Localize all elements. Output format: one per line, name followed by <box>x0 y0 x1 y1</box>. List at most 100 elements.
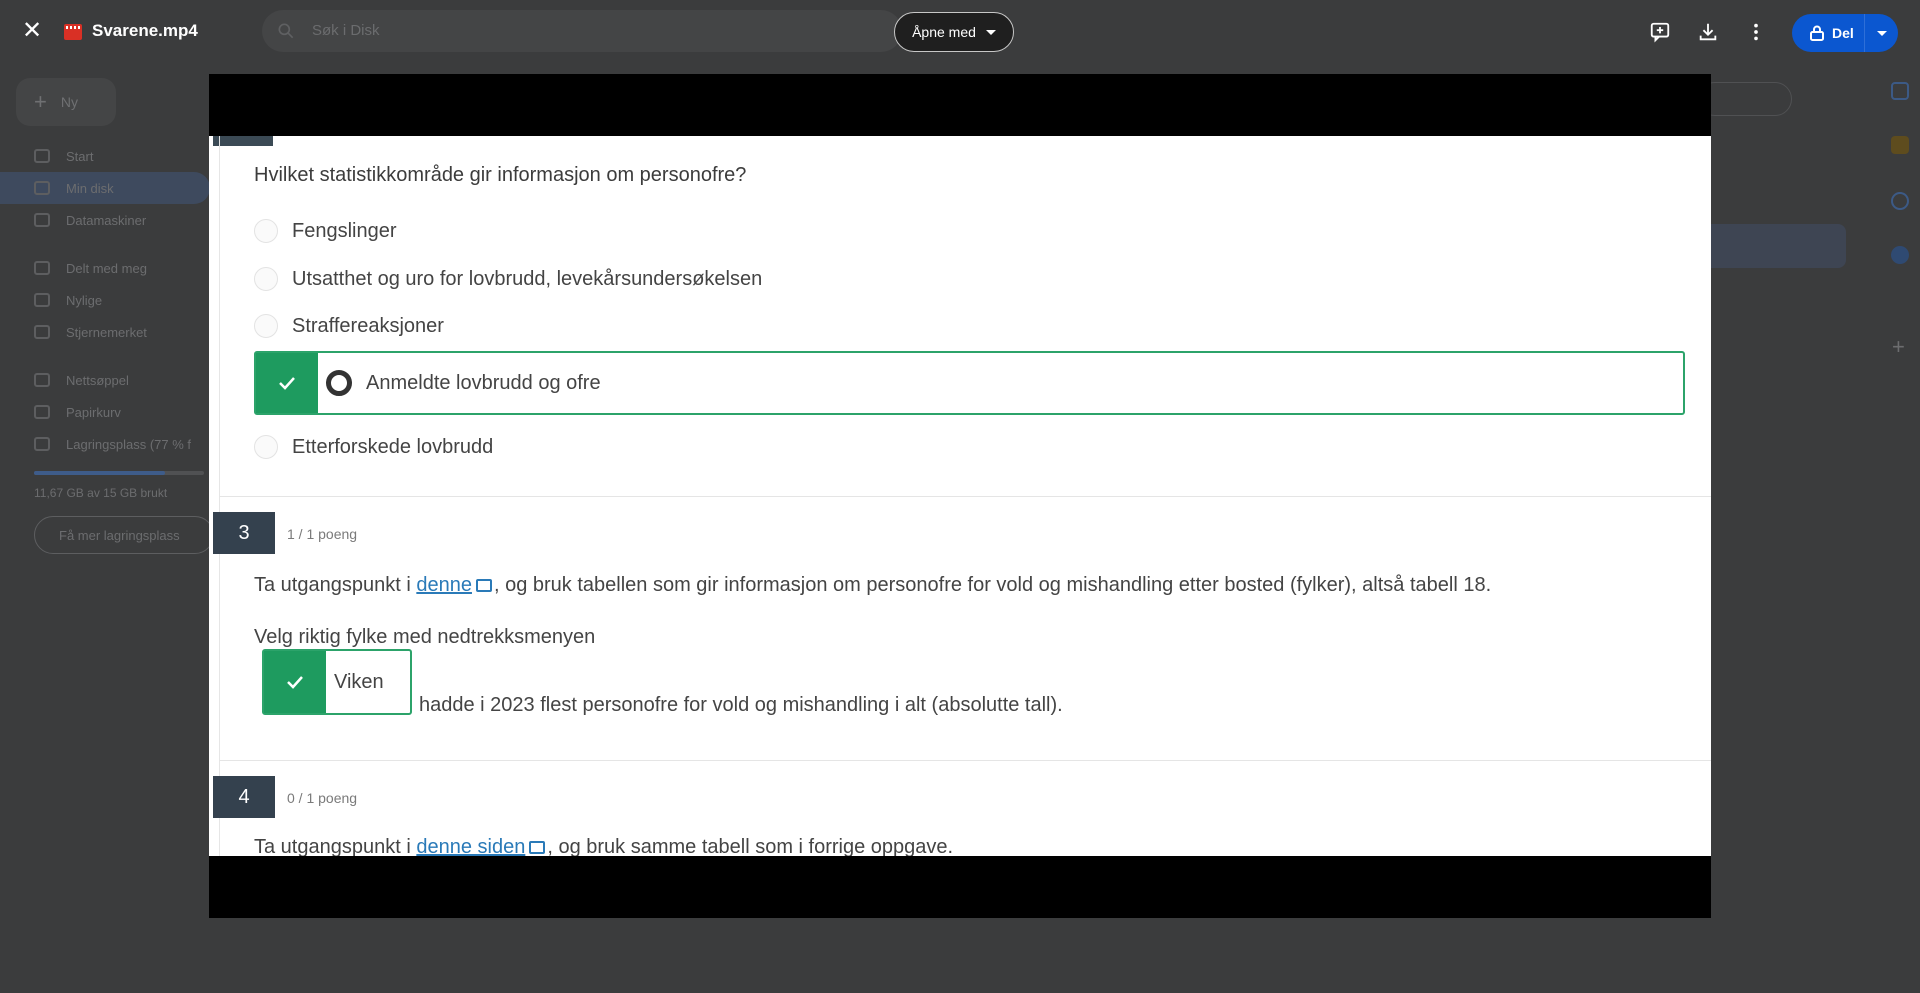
open-with-label: Åpne med <box>912 24 976 40</box>
new-button: + Ny <box>16 78 116 126</box>
storage-bar <box>34 471 204 475</box>
sidebar-item-recent: Nylige <box>0 284 210 316</box>
clock-icon <box>34 293 50 307</box>
dropdown-answer-label: Viken <box>334 670 384 693</box>
external-link-icon <box>475 579 492 592</box>
divider <box>219 496 1711 497</box>
drive-sidebar: Start Min disk Datamaskiner Delt med meg… <box>0 140 210 460</box>
question-badge-partial <box>213 136 273 146</box>
get-more-storage-button: Få mer lagringsplass <box>34 516 214 554</box>
sidebar-item-storage: Lagringsplass (77 % f <box>0 428 210 460</box>
tasks-icon <box>1891 192 1909 210</box>
drive-search-bar: Søk i Disk <box>262 10 902 52</box>
external-link: denne <box>416 574 472 596</box>
option-label: Utsatthet og uro for lovbrudd, levekårsu… <box>292 267 763 290</box>
keep-icon <box>1891 136 1909 154</box>
answer-suffix-text: hadde i 2023 flest personofre for vold o… <box>419 694 1063 716</box>
option-label: Etterforskede lovbrudd <box>292 435 494 458</box>
radio-selected-icon <box>326 370 352 396</box>
sidebar-item-start: Start <box>0 140 210 172</box>
question-number-badge: 4 <box>213 776 275 818</box>
new-button-label: Ny <box>60 94 78 110</box>
chevron-down-icon <box>985 29 996 35</box>
text-segment: Ta utgangspunkt i <box>254 836 417 856</box>
option-label: Fengslinger <box>292 219 397 242</box>
video-file-icon <box>64 24 82 40</box>
plus-icon: + <box>34 89 47 114</box>
storage-quota-text: 11,67 GB av 15 GB brukt <box>34 486 168 500</box>
search-icon <box>278 23 294 39</box>
question-text: Hvilket statistikkområde gir informasjon… <box>254 164 747 186</box>
sidebar-item-label: Datamaskiner <box>66 212 147 228</box>
radio-icon <box>254 435 278 459</box>
chevron-down-icon <box>1876 30 1887 36</box>
text-segment: Ta utgangspunkt i <box>254 574 417 596</box>
option-row: Etterforskede lovbrudd <box>254 432 493 462</box>
view-toggle <box>1698 82 1792 116</box>
contacts-icon <box>1891 246 1909 264</box>
add-addon-icon: + <box>1892 334 1905 359</box>
instruction-text: Velg riktig fylke med nedtrekksmenyen <box>254 626 596 648</box>
radio-icon <box>254 314 278 338</box>
question-text: Ta utgangspunkt i denne siden , og bruk s… <box>254 836 953 856</box>
points-label: 0 / 1 poeng <box>287 790 358 806</box>
star-icon <box>34 325 50 339</box>
sidebar-item-computers: Datamaskiner <box>0 204 210 236</box>
question-text: Ta utgangspunkt i denne , og bruk tabelle… <box>254 574 1491 597</box>
radio-icon <box>254 219 278 243</box>
check-icon <box>264 651 326 713</box>
download-icon[interactable] <box>1692 16 1724 48</box>
home-icon <box>34 149 50 163</box>
correct-answer-row: Anmeldte lovbrudd og ofre <box>254 351 1685 415</box>
option-label: Straffereaksjoner <box>292 314 444 337</box>
sidebar-item-starred: Stjernemerket <box>0 316 210 348</box>
divider <box>219 760 1711 761</box>
cloud-icon <box>34 437 50 451</box>
spam-icon <box>34 373 50 387</box>
external-link-icon <box>529 841 546 854</box>
trash-icon <box>34 405 50 419</box>
sidebar-item-shared: Delt med meg <box>0 252 210 284</box>
file-title: Svarene.mp4 <box>92 21 198 40</box>
check-icon <box>256 353 318 413</box>
option-row: Utsatthet og uro for lovbrudd, levekårsu… <box>254 264 762 294</box>
computer-icon <box>34 213 50 227</box>
people-icon <box>34 261 50 275</box>
sidebar-item-label: Nylige <box>66 292 103 308</box>
share-options-button[interactable] <box>1864 14 1898 52</box>
close-icon[interactable]: ✕ <box>16 16 48 48</box>
sidebar-item-my-drive: Min disk <box>0 172 210 204</box>
sidebar-item-trash: Papirkurv <box>0 396 210 428</box>
more-vert-icon[interactable] <box>1740 16 1772 48</box>
sidebar-item-label: Stjernemerket <box>66 324 147 340</box>
question-number-badge: 3 <box>213 512 275 554</box>
sidebar-item-label: Min disk <box>66 180 114 196</box>
video-frame: Hvilket statistikkområde gir informasjon… <box>209 136 1711 856</box>
calendar-icon <box>1891 82 1909 100</box>
search-placeholder: Søk i Disk <box>312 22 380 39</box>
drive-icon <box>34 181 50 195</box>
sidebar-item-label: Delt med meg <box>66 260 147 276</box>
option-row: Straffereaksjoner <box>254 311 444 341</box>
video-player[interactable]: Hvilket statistikkområde gir informasjon… <box>209 74 1711 918</box>
sidebar-item-spam: Nettsøppel <box>0 364 210 396</box>
radio-icon <box>254 267 278 291</box>
sidebar-item-label: Start <box>66 148 94 164</box>
share-button[interactable]: Del <box>1792 14 1898 52</box>
points-label: 1 / 1 poeng <box>287 526 358 542</box>
selected-file-row <box>1700 224 1846 268</box>
share-button-label: Del <box>1832 25 1854 41</box>
external-link: denne siden <box>416 836 526 856</box>
option-row: Fengslinger <box>254 216 397 246</box>
sidebar-item-label: Papirkurv <box>66 404 121 420</box>
option-label: Anmeldte lovbrudd og ofre <box>366 371 601 394</box>
side-panel-rail: + <box>1880 64 1920 424</box>
text-segment: , og bruk tabellen som gir informasjon o… <box>493 574 1492 596</box>
sidebar-item-label: Lagringsplass (77 % f <box>66 436 192 452</box>
text-segment: , og bruk samme tabell som i forrige opp… <box>547 836 954 856</box>
sidebar-item-label: Nettsøppel <box>66 372 129 388</box>
open-with-button[interactable]: Åpne med <box>894 12 1014 52</box>
lock-icon <box>1810 25 1824 41</box>
add-comment-icon[interactable] <box>1644 16 1676 48</box>
dropdown-answer: Viken <box>262 649 412 715</box>
